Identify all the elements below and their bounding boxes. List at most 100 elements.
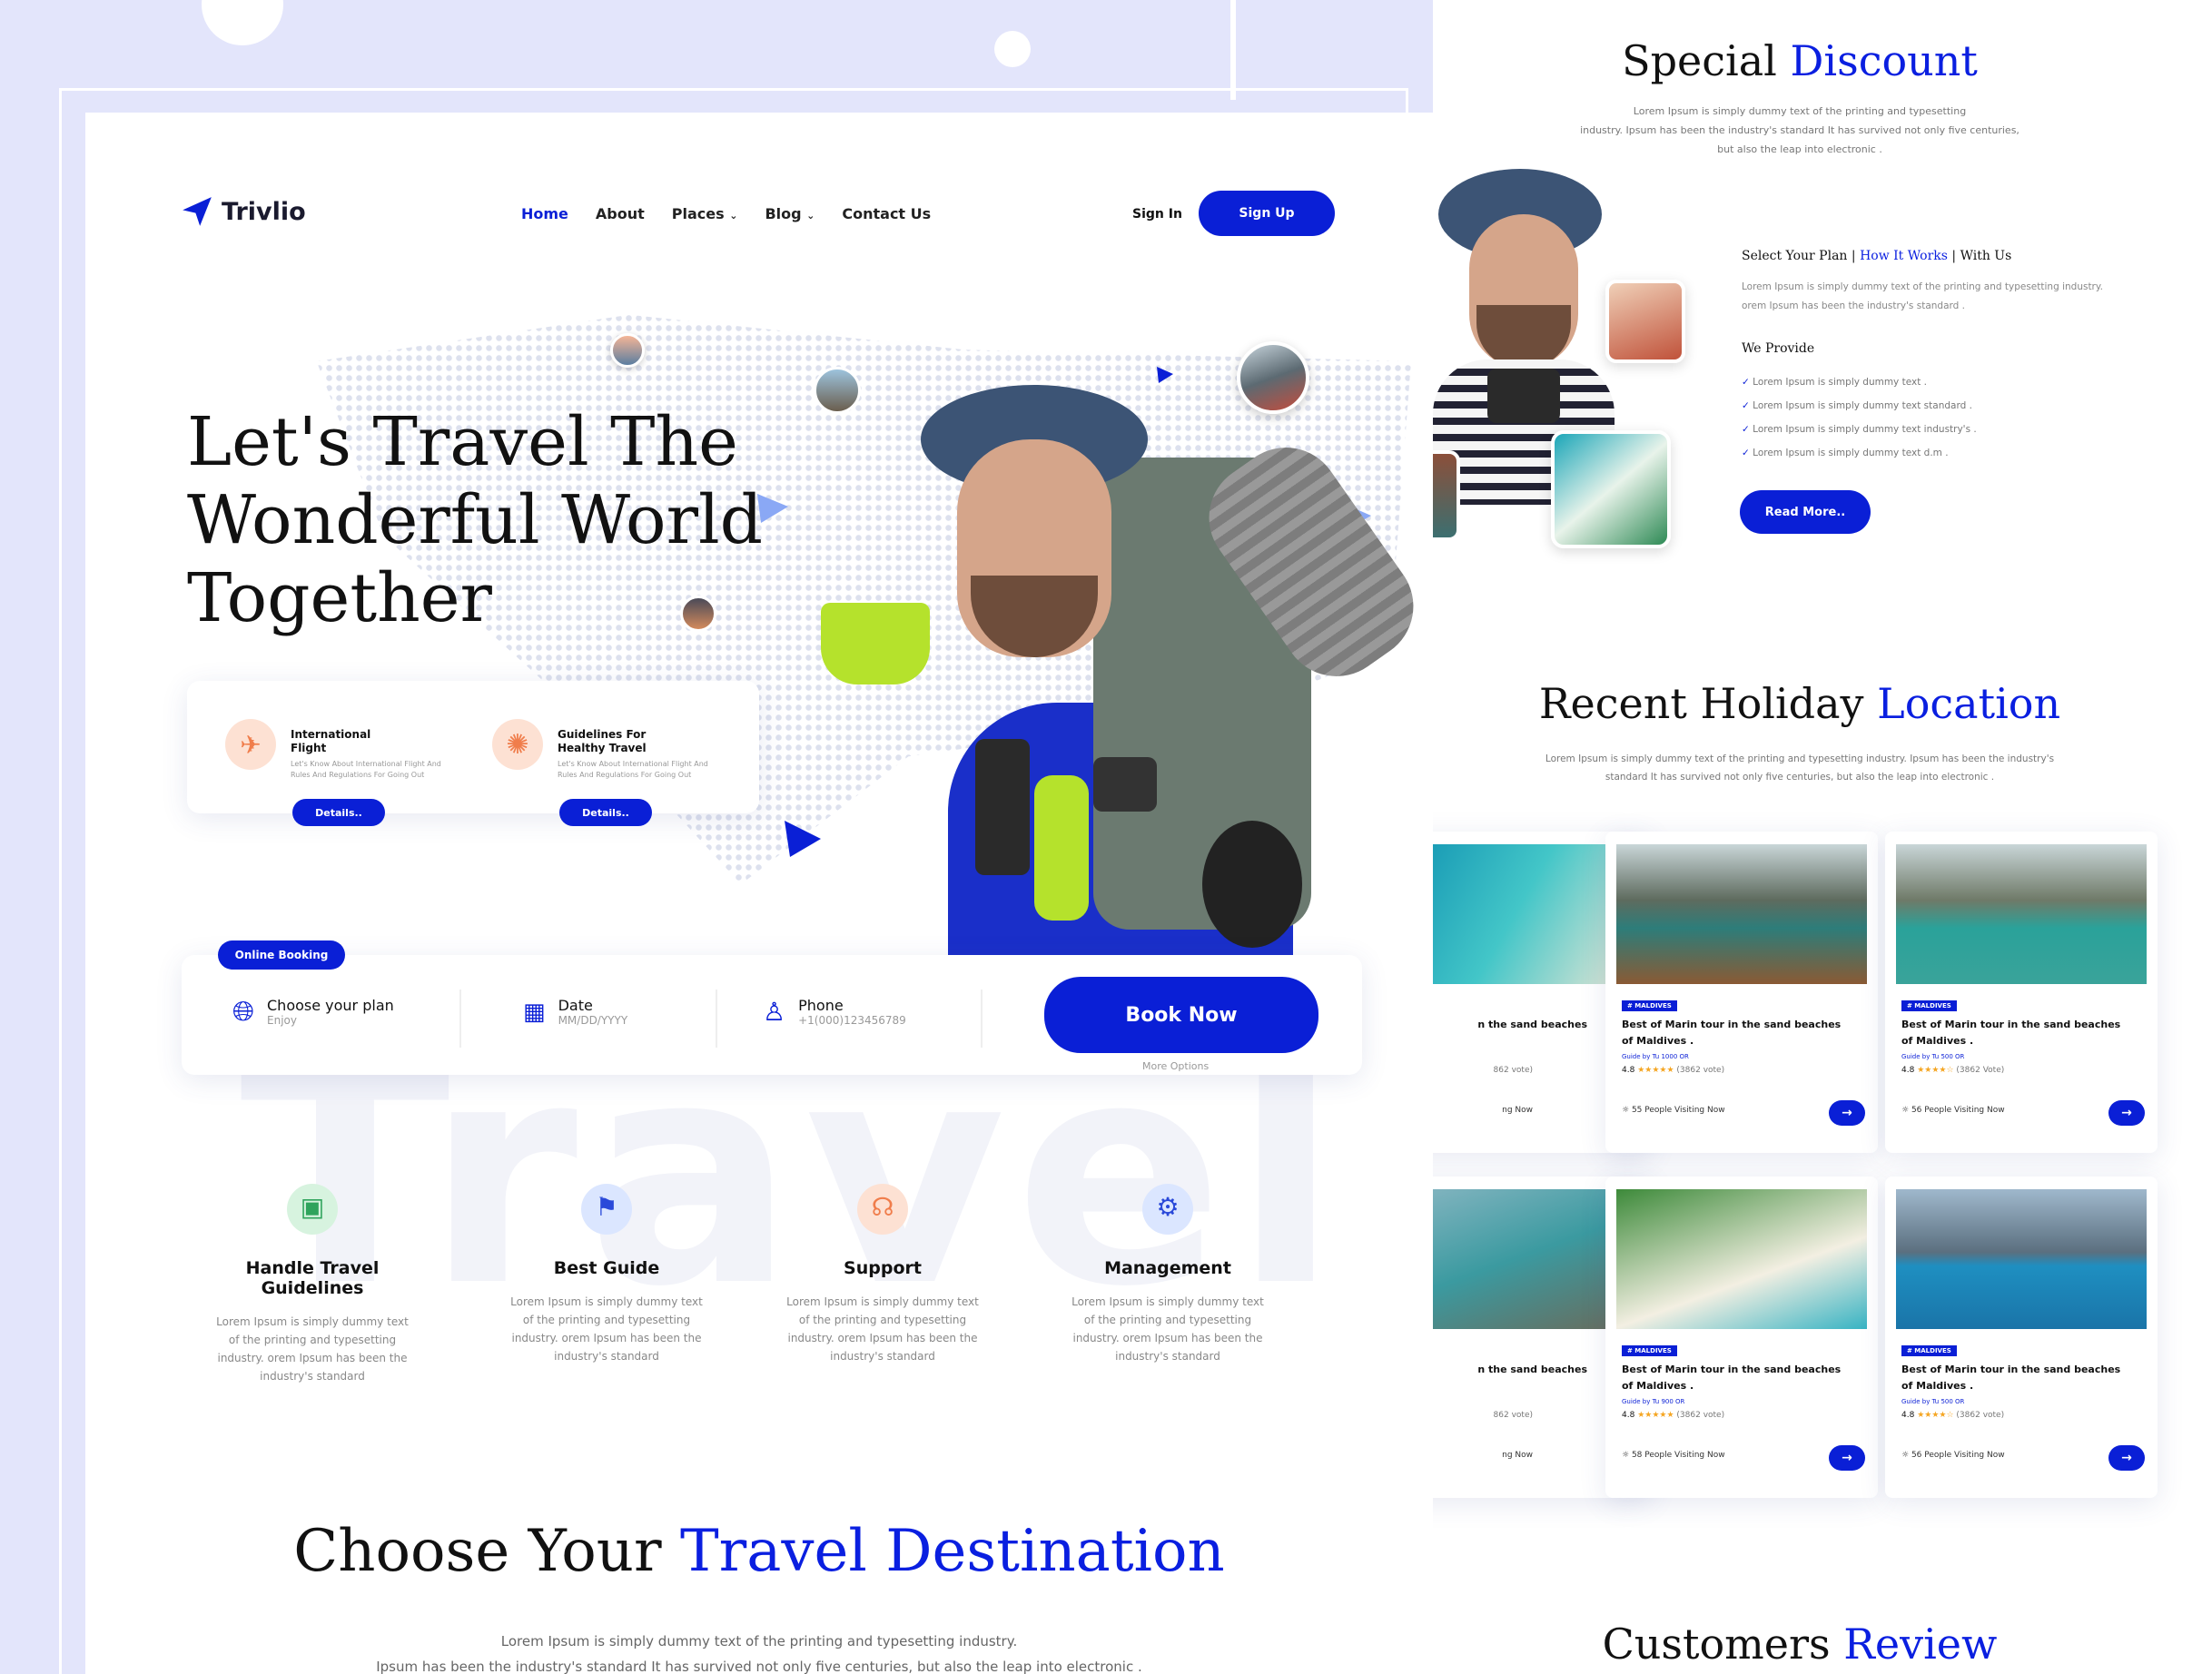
feature-desc: Let's Know About International Flight An… xyxy=(558,760,708,779)
rating-row: 4.8 ★★★★★ (3862 vote) xyxy=(1622,1411,1724,1420)
date-value: MM/DD/YYYY xyxy=(558,1014,628,1027)
landing-page: Travel Trivlio Home About Places ⌄ Blog … xyxy=(85,113,1433,1674)
provide-title: We Provide xyxy=(1742,341,1815,356)
holiday-card[interactable]: # MALDIVES Best of Marin tour in the san… xyxy=(1605,1177,1878,1498)
visiting-text: 56 People Visiting Now xyxy=(1911,1106,2005,1115)
list-item: ✓ Lorem Ipsum is simply dummy text . xyxy=(1742,377,1928,388)
discount-title-b: Discount xyxy=(1790,36,1978,85)
online-booking-tag: Online Booking xyxy=(218,940,345,970)
logo-text: Trivlio xyxy=(222,197,306,226)
vote-count: 862 vote) xyxy=(1493,1066,1533,1075)
sign-up-button[interactable]: Sign Up xyxy=(1199,191,1335,236)
rating-row: 862 vote) xyxy=(1494,1066,1533,1075)
service-text: Lorem Ipsum is simply dummy text of the p… xyxy=(1071,1295,1264,1363)
services-row: ▣ Handle Travel Guidelines Lorem Ipsum i… xyxy=(194,1184,1338,1492)
details-button[interactable]: Details.. xyxy=(292,799,385,826)
visiting-row: ☼ 56 People Visiting Now xyxy=(1901,1451,2005,1460)
star-icon: ★★★★★ xyxy=(1637,1411,1674,1420)
holiday-photo xyxy=(1616,1189,1867,1329)
plan-heading-a: Select Your Plan | xyxy=(1742,249,1856,263)
plan-heading: Select Your Plan | How It Works | With U… xyxy=(1742,249,2011,263)
arrow-button[interactable]: → xyxy=(2108,1445,2145,1471)
sun-icon: ☼ xyxy=(1901,1451,1910,1460)
plan-field[interactable]: 🌐︎ Choose your plan Enjoy xyxy=(232,997,394,1028)
rating-value: 4.8 xyxy=(1901,1411,1915,1420)
destination-title: Choose Your Travel Destination xyxy=(85,1518,1433,1585)
nav-about[interactable]: About xyxy=(596,205,645,222)
destination-photo xyxy=(1605,280,1685,363)
service-text: Lorem Ipsum is simply dummy text of the p… xyxy=(216,1315,409,1383)
book-now-button[interactable]: Book Now xyxy=(1044,977,1318,1053)
sun-icon: ☼ xyxy=(1901,1106,1910,1115)
arrow-right-icon: → xyxy=(2121,1451,2132,1465)
hero-title-line: Wonderful World xyxy=(187,481,764,559)
nav-contact[interactable]: Contact Us xyxy=(842,205,931,222)
plan-heading-b: How It Works xyxy=(1860,249,1948,263)
guide-icon: ⚑ xyxy=(581,1184,632,1235)
date-field[interactable]: ▦ Date MM/DD/YYYY xyxy=(523,997,627,1028)
visiting-row: ☼ 58 People Visiting Now xyxy=(1622,1451,1725,1460)
check-icon: ✓ xyxy=(1742,400,1750,411)
nav-places[interactable]: Places ⌄ xyxy=(672,205,738,222)
holiday-title-a: Recent Holiday xyxy=(1538,679,1864,728)
phone-field[interactable]: ♙ Phone +1(000)123456789 xyxy=(763,997,906,1028)
service-title: Best Guide xyxy=(553,1258,660,1278)
user-icon: ♙ xyxy=(763,997,786,1027)
date-label: Date xyxy=(558,997,593,1014)
holiday-title: Recent Holiday Location xyxy=(1487,679,2112,728)
read-more-button[interactable]: Read More.. xyxy=(1740,490,1871,534)
visiting-text: 58 People Visiting Now xyxy=(1631,1451,1725,1460)
logo[interactable]: Trivlio xyxy=(180,194,306,229)
arrow-right-icon: → xyxy=(2121,1106,2132,1120)
location-badge: # MALDIVES xyxy=(1622,1000,1677,1011)
discount-title: Special Discount xyxy=(1569,36,2030,85)
visiting-text: ng Now xyxy=(1502,1106,1533,1115)
rating-value: 4.8 xyxy=(1622,1411,1635,1420)
arrow-right-icon: → xyxy=(1842,1106,1852,1120)
more-options-link[interactable]: More Options xyxy=(1142,1060,1209,1072)
guide-by: Guide by Tu 1000 OR xyxy=(1622,1053,1689,1060)
rating-row: 4.8 ★★★★☆ (3862 Vote) xyxy=(1901,1066,2004,1075)
service-item: ⚑ Best Guide Lorem Ipsum is simply dummy… xyxy=(489,1184,725,1365)
paper-plane-icon xyxy=(183,197,212,226)
destination-photo xyxy=(680,596,716,632)
rating-row: 4.8 ★★★★★ (3862 vote) xyxy=(1622,1066,1724,1075)
play-triangle-icon xyxy=(785,821,821,857)
service-text: Lorem Ipsum is simply dummy text of the p… xyxy=(786,1295,979,1363)
holiday-subtitle: Lorem Ipsum is simply dummy text of the … xyxy=(1545,753,2055,783)
feature-title: Guidelines For Healthy Travel xyxy=(558,728,647,754)
hero-title-line: Together xyxy=(187,559,492,637)
play-triangle-icon xyxy=(757,494,788,523)
arrow-button[interactable]: → xyxy=(1829,1100,1865,1126)
holiday-photo xyxy=(1896,844,2147,984)
check-icon: ✓ xyxy=(1742,377,1750,388)
guide-by: Guide by Tu 500 OR xyxy=(1901,1398,1965,1405)
plan-value: Enjoy xyxy=(267,1014,297,1027)
check-icon: ✓ xyxy=(1742,424,1750,435)
arrow-button[interactable]: → xyxy=(1829,1445,1865,1471)
holiday-photo xyxy=(1616,844,1867,984)
holiday-card-title: Best of Marin tour in the sand beaches of… xyxy=(1901,1364,2121,1392)
rating-value: 4.8 xyxy=(1901,1066,1915,1075)
holiday-card[interactable]: # MALDIVES Best of Marin tour in the san… xyxy=(1885,832,2158,1153)
holiday-card-title: Best of Marin tour in the sand beaches of… xyxy=(1622,1364,1842,1392)
details-button[interactable]: Details.. xyxy=(559,799,652,826)
arrow-button[interactable]: → xyxy=(2108,1100,2145,1126)
visiting-row: ng Now xyxy=(1502,1451,1533,1460)
nav-blog[interactable]: Blog ⌄ xyxy=(765,205,815,222)
sign-in-link[interactable]: Sign In xyxy=(1132,207,1182,222)
calendar-icon: ▦ xyxy=(523,999,546,1026)
nav-home[interactable]: Home xyxy=(521,205,568,222)
holiday-card[interactable]: # MALDIVES Best of Marin tour in the san… xyxy=(1885,1177,2158,1498)
divider xyxy=(459,990,461,1048)
booking-bar: 🌐︎ Choose your plan Enjoy ▦ Date MM/DD/YYY… xyxy=(182,955,1362,1075)
sun-icon: ☼ xyxy=(1622,1451,1630,1460)
check-icon: ✓ xyxy=(1742,448,1750,458)
holiday-card-title: Best of Marin tour in the sand beaches of… xyxy=(1622,1019,1842,1047)
discount-title-a: Special xyxy=(1622,36,1777,85)
visiting-row: ☼ 56 People Visiting Now xyxy=(1901,1106,2005,1115)
vote-count: (3862 vote) xyxy=(1956,1411,2005,1420)
visiting-text: ng Now xyxy=(1502,1451,1533,1460)
holiday-card[interactable]: # MALDIVES Best of Marin tour in the san… xyxy=(1605,832,1878,1153)
decor-line xyxy=(1230,0,1236,100)
